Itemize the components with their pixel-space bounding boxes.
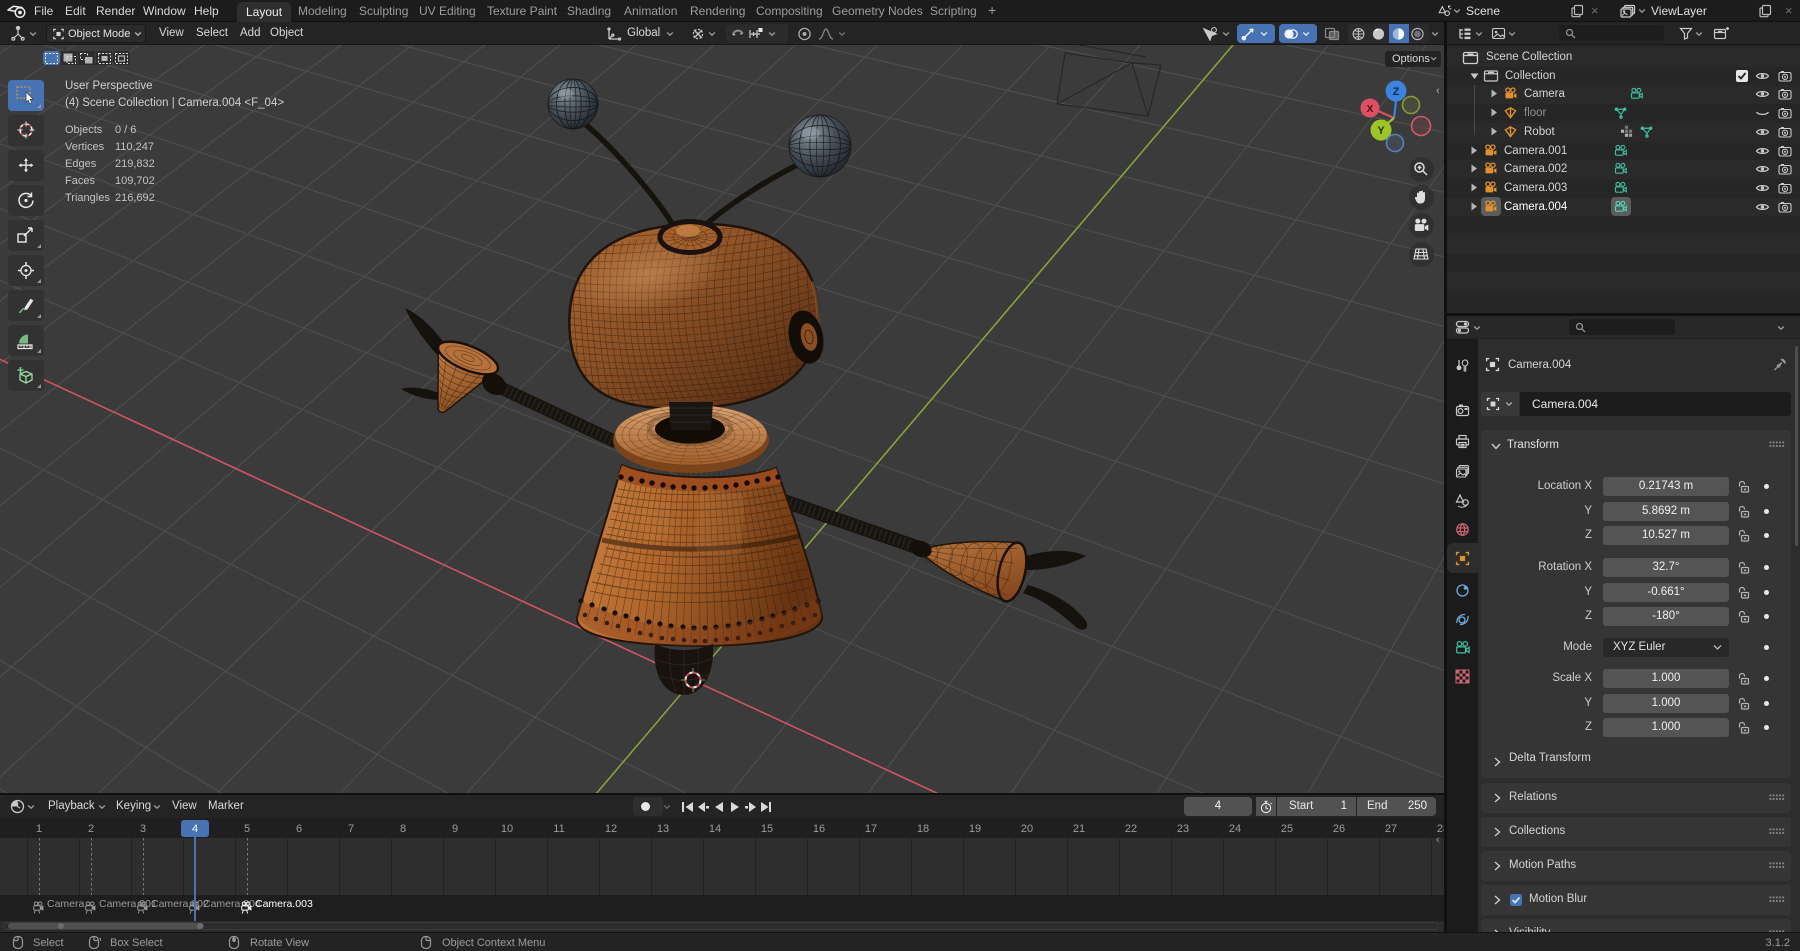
svg-text:Z: Z bbox=[1393, 86, 1400, 98]
svg-text:Y: Y bbox=[1377, 125, 1385, 137]
svg-text:X: X bbox=[1367, 104, 1374, 115]
